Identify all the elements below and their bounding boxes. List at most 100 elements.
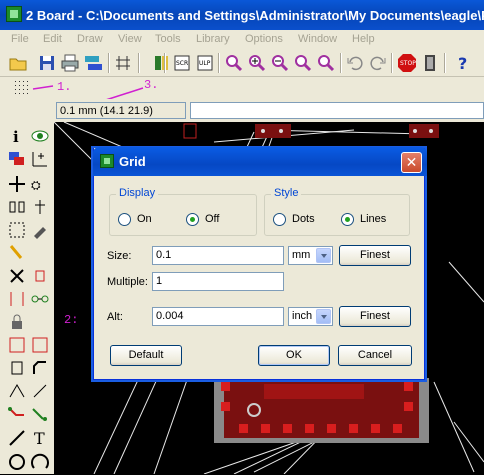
save-icon[interactable] <box>37 53 57 73</box>
svg-text:STOP: STOP <box>400 60 416 67</box>
style-dots-label: Dots <box>292 213 315 225</box>
print-icon[interactable] <box>60 53 80 73</box>
move-icon[interactable] <box>7 174 27 194</box>
alt-unit-select[interactable]: inch <box>288 307 333 326</box>
display-on-radio[interactable] <box>118 213 131 226</box>
pinswap-icon[interactable] <box>7 289 27 309</box>
svg-text:T: T <box>34 429 45 448</box>
alt-input[interactable]: 0.004 <box>152 307 284 326</box>
smash-icon[interactable] <box>7 335 27 355</box>
grid-dialog: Grid ✕ Display On Off Style Dots Lines S… <box>64 147 427 380</box>
menu-draw[interactable]: Draw <box>77 33 103 45</box>
chevron-down-icon[interactable] <box>316 248 331 263</box>
undo-icon[interactable] <box>345 53 365 73</box>
cancel-button[interactable]: Cancel <box>338 345 412 366</box>
menu-bar: File Edit Draw View Tools Library Option… <box>0 30 484 49</box>
change-icon[interactable] <box>30 220 50 240</box>
miter-icon[interactable] <box>30 358 50 378</box>
info-icon[interactable]: i <box>7 126 27 146</box>
menu-options[interactable]: Options <box>245 33 283 45</box>
size-label: Size: <box>107 250 132 262</box>
stop-icon[interactable]: STOP <box>397 53 417 73</box>
split-icon[interactable] <box>7 358 27 378</box>
size-finest-button[interactable]: Finest <box>339 245 411 266</box>
paste-icon[interactable] <box>7 243 27 263</box>
zoom-in-icon[interactable] <box>247 53 267 73</box>
mark-icon[interactable] <box>30 149 50 169</box>
text-icon[interactable]: T <box>30 428 50 448</box>
svg-text:?: ? <box>458 54 467 73</box>
parameter-toolbar: 1. 3. <box>0 77 484 99</box>
menu-window[interactable]: Window <box>298 33 337 45</box>
help-icon[interactable]: ? <box>453 53 473 73</box>
annotation-1: 1. <box>57 80 72 94</box>
add-icon[interactable] <box>30 266 50 286</box>
chevron-down-icon[interactable] <box>316 309 331 324</box>
open-icon[interactable] <box>8 53 28 73</box>
group-icon[interactable] <box>7 220 27 240</box>
route-icon[interactable] <box>7 404 27 424</box>
toolbar-separator <box>340 53 342 73</box>
book-icon[interactable] <box>152 53 172 73</box>
copy-icon[interactable]: ⛭ <box>30 174 50 194</box>
go-icon[interactable] <box>420 53 440 73</box>
display-legend: Display <box>116 187 159 199</box>
svg-text:i: i <box>13 128 19 146</box>
command-line-input[interactable] <box>190 102 484 119</box>
svg-text:ULP: ULP <box>199 60 211 67</box>
grid-icon[interactable] <box>12 78 32 98</box>
size-input[interactable]: 0.1 <box>152 246 284 265</box>
display-off-label: Off <box>205 213 220 225</box>
menu-tools[interactable]: Tools <box>155 33 181 45</box>
lock-icon[interactable] <box>7 312 27 332</box>
menu-library[interactable]: Library <box>196 33 230 45</box>
alt-finest-button[interactable]: Finest <box>339 306 411 327</box>
optimize-icon[interactable] <box>7 381 27 401</box>
style-lines-radio[interactable] <box>341 213 354 226</box>
eagle-app-icon <box>6 6 22 22</box>
dialog-title-bar: Grid ✕ <box>93 147 427 176</box>
default-button[interactable]: Default <box>110 345 182 366</box>
redraw-icon[interactable] <box>293 53 313 73</box>
annotation-3: 3. <box>144 78 159 92</box>
alt-unit-value: inch <box>292 310 313 322</box>
display-off-radio[interactable] <box>186 213 199 226</box>
style-lines-label: Lines <box>360 213 387 225</box>
script-icon[interactable]: SCR <box>172 53 192 73</box>
menu-file[interactable]: File <box>11 33 29 45</box>
close-icon[interactable]: ✕ <box>401 152 422 173</box>
ok-button[interactable]: OK <box>258 345 330 366</box>
delete-icon[interactable] <box>7 266 27 286</box>
display-icon[interactable] <box>7 149 27 169</box>
ulp-icon[interactable]: ULP <box>195 53 215 73</box>
toolbar-separator <box>391 53 393 73</box>
style-group: Style Dots Lines <box>264 187 410 236</box>
coordinate-display: 0.1 mm (14.1 21.9) <box>56 102 186 119</box>
arc-icon[interactable] <box>30 452 50 472</box>
replace-icon[interactable] <box>30 289 50 309</box>
autoroute-icon[interactable] <box>30 404 50 424</box>
circle-icon[interactable] <box>7 452 27 472</box>
alt-label: Alt: <box>107 311 123 323</box>
mirror-icon[interactable] <box>7 197 27 217</box>
value-icon[interactable] <box>30 335 50 355</box>
rotate-icon[interactable] <box>30 197 50 217</box>
size-unit-value: mm <box>292 249 311 261</box>
toolbar-separator <box>164 53 166 73</box>
zoom-fit-icon[interactable] <box>224 53 244 73</box>
cam-icon[interactable] <box>83 53 103 73</box>
tool-palette: i ⛭ T <box>0 122 54 474</box>
menu-edit[interactable]: Edit <box>43 33 62 45</box>
style-dots-radio[interactable] <box>273 213 286 226</box>
menu-help[interactable]: Help <box>352 33 375 45</box>
zoom-out-icon[interactable] <box>270 53 290 73</box>
menu-view[interactable]: View <box>118 33 142 45</box>
multiple-input[interactable]: 1 <box>152 272 284 291</box>
show-icon[interactable] <box>30 126 50 146</box>
zoom-select-icon[interactable] <box>316 53 336 73</box>
switch-icon[interactable] <box>113 53 133 73</box>
wire-icon[interactable] <box>7 428 27 448</box>
ripup-icon[interactable] <box>30 381 50 401</box>
redo-icon[interactable] <box>368 53 388 73</box>
size-unit-select[interactable]: mm <box>288 246 333 265</box>
